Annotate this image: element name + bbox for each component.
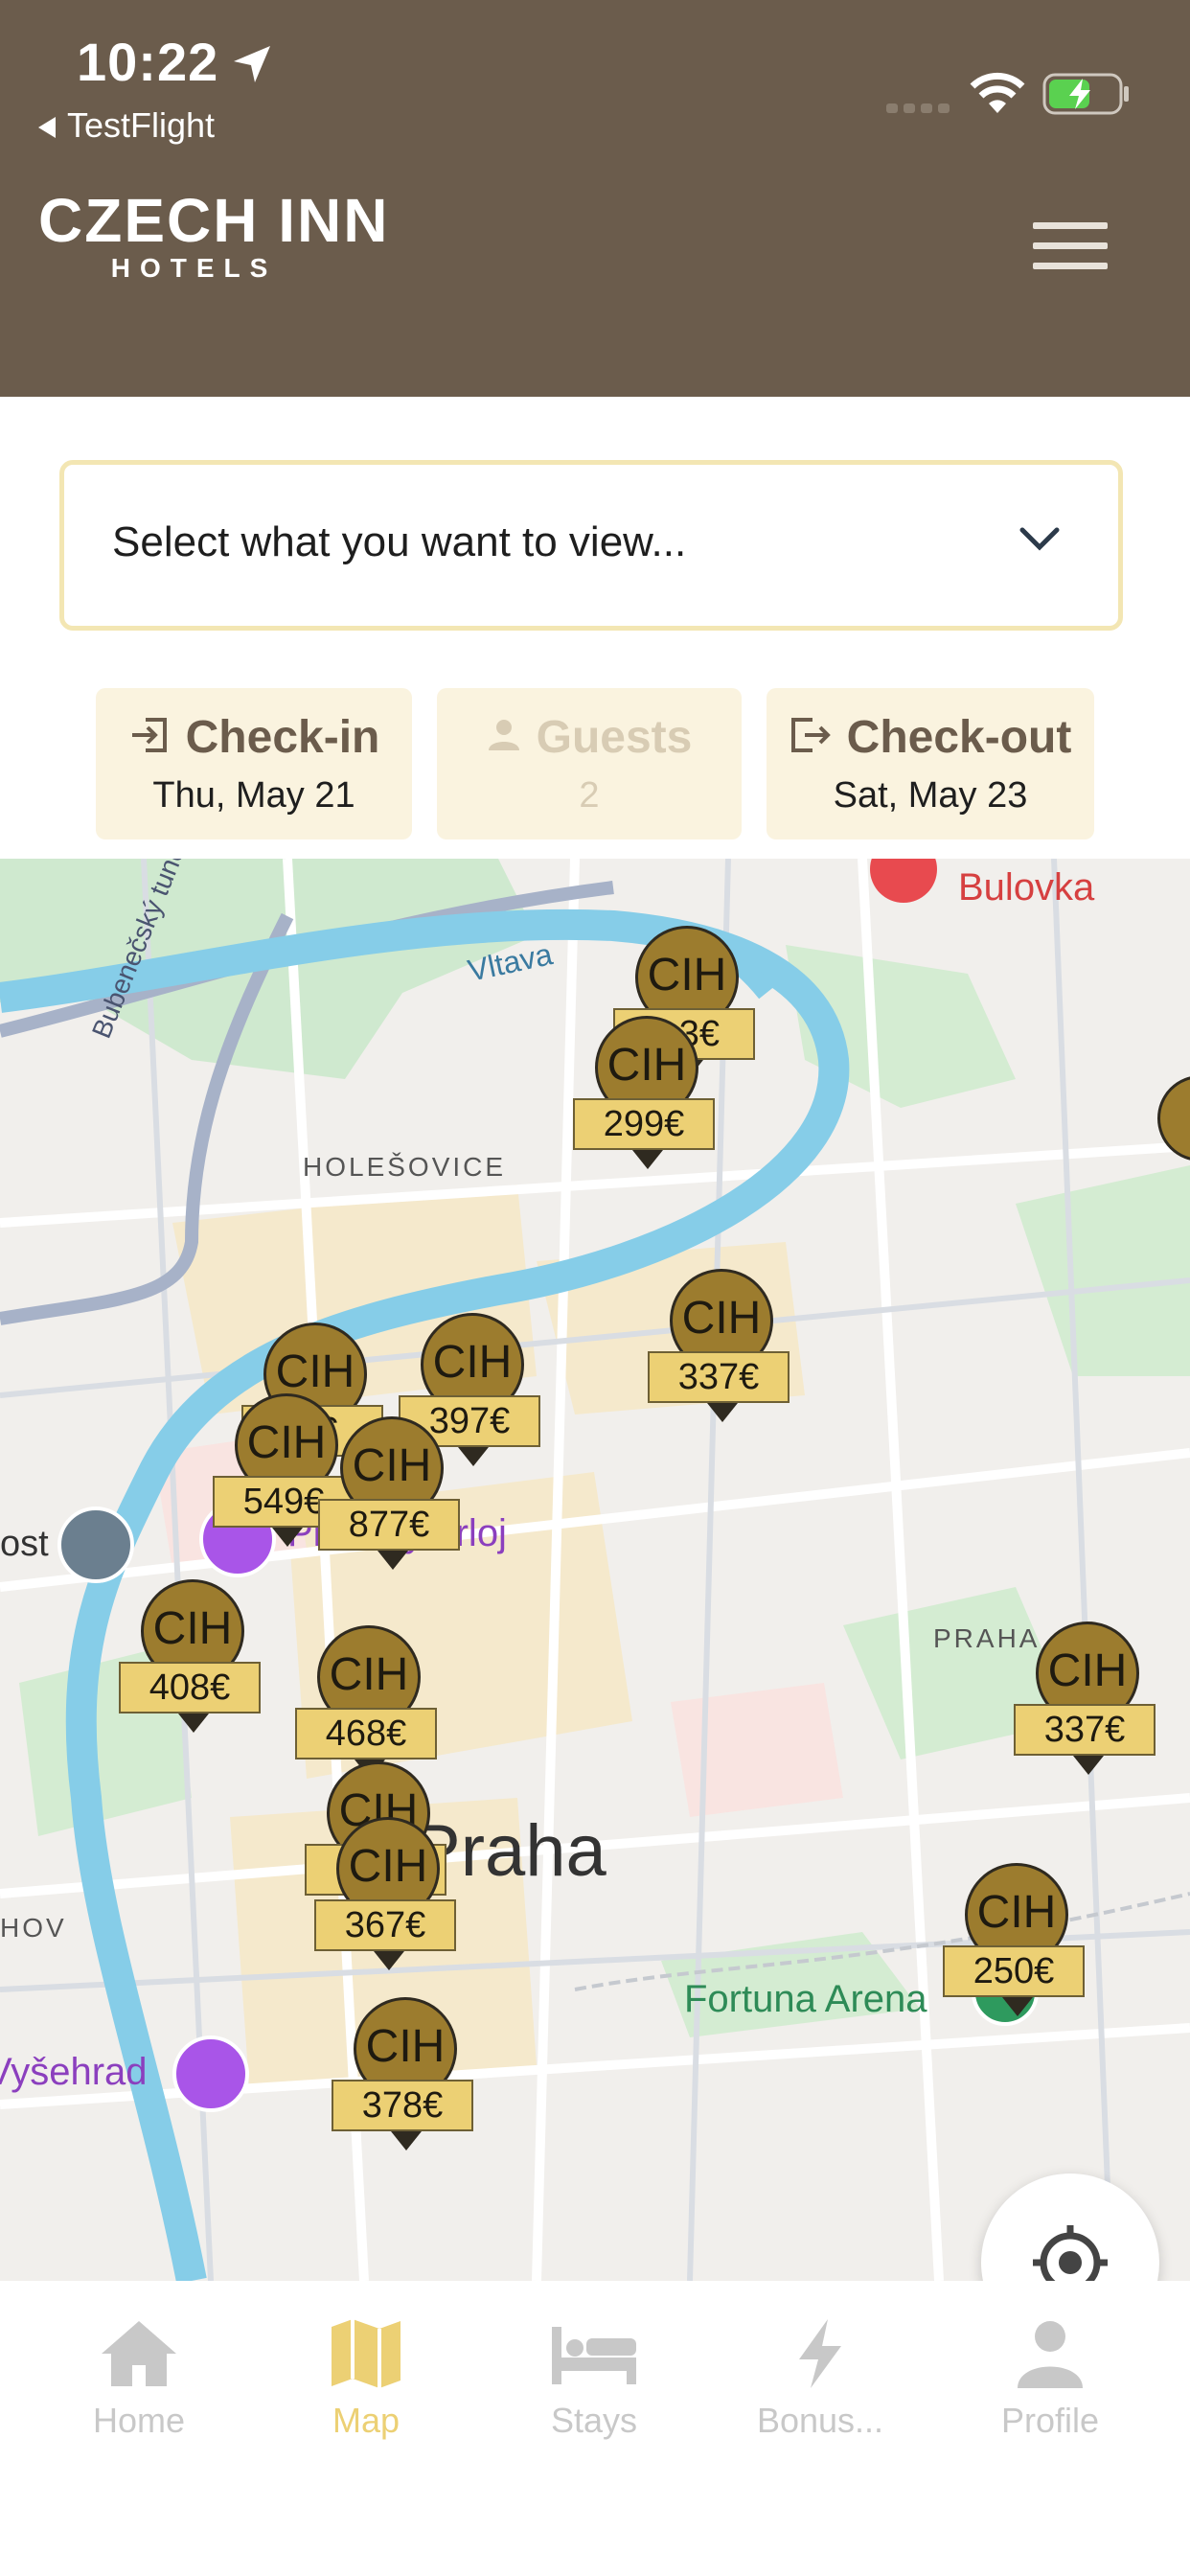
hotel-pin[interactable]: CIH 299€	[573, 1016, 717, 1198]
profile-icon	[1018, 2321, 1083, 2388]
hotel-map[interactable]: Vltava Bubenečský tunel Bulovka HOLEŠOVI…	[0, 859, 1190, 2281]
view-selector-placeholder: Select what you want to view...	[112, 518, 687, 565]
checkin-date: Thu, May 21	[152, 775, 355, 816]
hamburger-menu-icon[interactable]	[1033, 222, 1108, 276]
checkout-button[interactable]: Check-out Sat, May 23	[767, 688, 1094, 840]
bottom-tab-bar: Home Map Stays Bonus... Profile	[0, 2281, 1190, 2576]
lightning-icon	[799, 2319, 841, 2388]
map-label-vysehrad: Vyšehrad	[0, 2051, 148, 2093]
map-label-holesovice: HOLEŠOVICE	[303, 1152, 507, 1182]
app-header: 10:22 TestFlight CZECH INN HOTELS	[0, 0, 1190, 397]
back-to-testflight[interactable]: TestFlight	[38, 105, 215, 146]
tab-map[interactable]: Map	[253, 2317, 479, 2441]
status-time: 10:22	[77, 32, 219, 92]
cellular-signal-icon	[886, 104, 950, 113]
tab-profile[interactable]: Profile	[937, 2317, 1163, 2441]
czech-inn-logo[interactable]: CZECH INN HOTELS	[38, 190, 389, 284]
camera-pin-icon[interactable]	[172, 2036, 249, 2112]
bed-icon	[552, 2327, 636, 2384]
back-arrow-icon	[38, 117, 56, 139]
hotel-pin[interactable]: CIH 337€	[1014, 1622, 1157, 1804]
battery-icon	[1042, 73, 1129, 115]
home-icon	[102, 2321, 176, 2386]
hotel-pin[interactable]: CIH 250€	[943, 1863, 1087, 2045]
map-label-ost: ost	[0, 1524, 49, 1564]
map-label-bulovka: Bulovka	[958, 866, 1095, 908]
hotel-pin[interactable]: CIH 408€	[119, 1579, 263, 1761]
hotel-pin[interactable]: CIH 367€	[314, 1817, 458, 1999]
tab-home[interactable]: Home	[26, 2317, 252, 2441]
hotel-pin[interactable]: CIH 877€	[318, 1416, 462, 1598]
tab-stays[interactable]: Stays	[481, 2317, 707, 2441]
tab-bonus[interactable]: Bonus...	[707, 2317, 933, 2441]
checkout-date: Sat, May 23	[833, 775, 1028, 816]
hotel-pin[interactable]: CIH 378€	[332, 1997, 475, 2179]
chevron-down-icon	[1019, 527, 1060, 551]
map-label-hov: HOV	[0, 1913, 67, 1943]
checkout-icon	[790, 718, 831, 753]
person-icon	[488, 720, 519, 751]
view-selector-dropdown[interactable]: Select what you want to view...	[59, 460, 1123, 631]
checkin-button[interactable]: Check-in Thu, May 21	[96, 688, 412, 840]
guests-count: 2	[579, 775, 600, 816]
bridge-pin-icon[interactable]	[57, 1506, 134, 1583]
guests-button[interactable]: Guests 2	[437, 688, 742, 840]
wifi-icon	[970, 72, 1025, 113]
hotel-pin[interactable]: CIH 337€	[648, 1269, 791, 1451]
checkin-icon	[131, 718, 167, 753]
map-label-fortuna: Fortuna Arena	[684, 1978, 927, 2020]
location-arrow-icon	[234, 46, 270, 82]
map-icon	[332, 2319, 400, 2388]
